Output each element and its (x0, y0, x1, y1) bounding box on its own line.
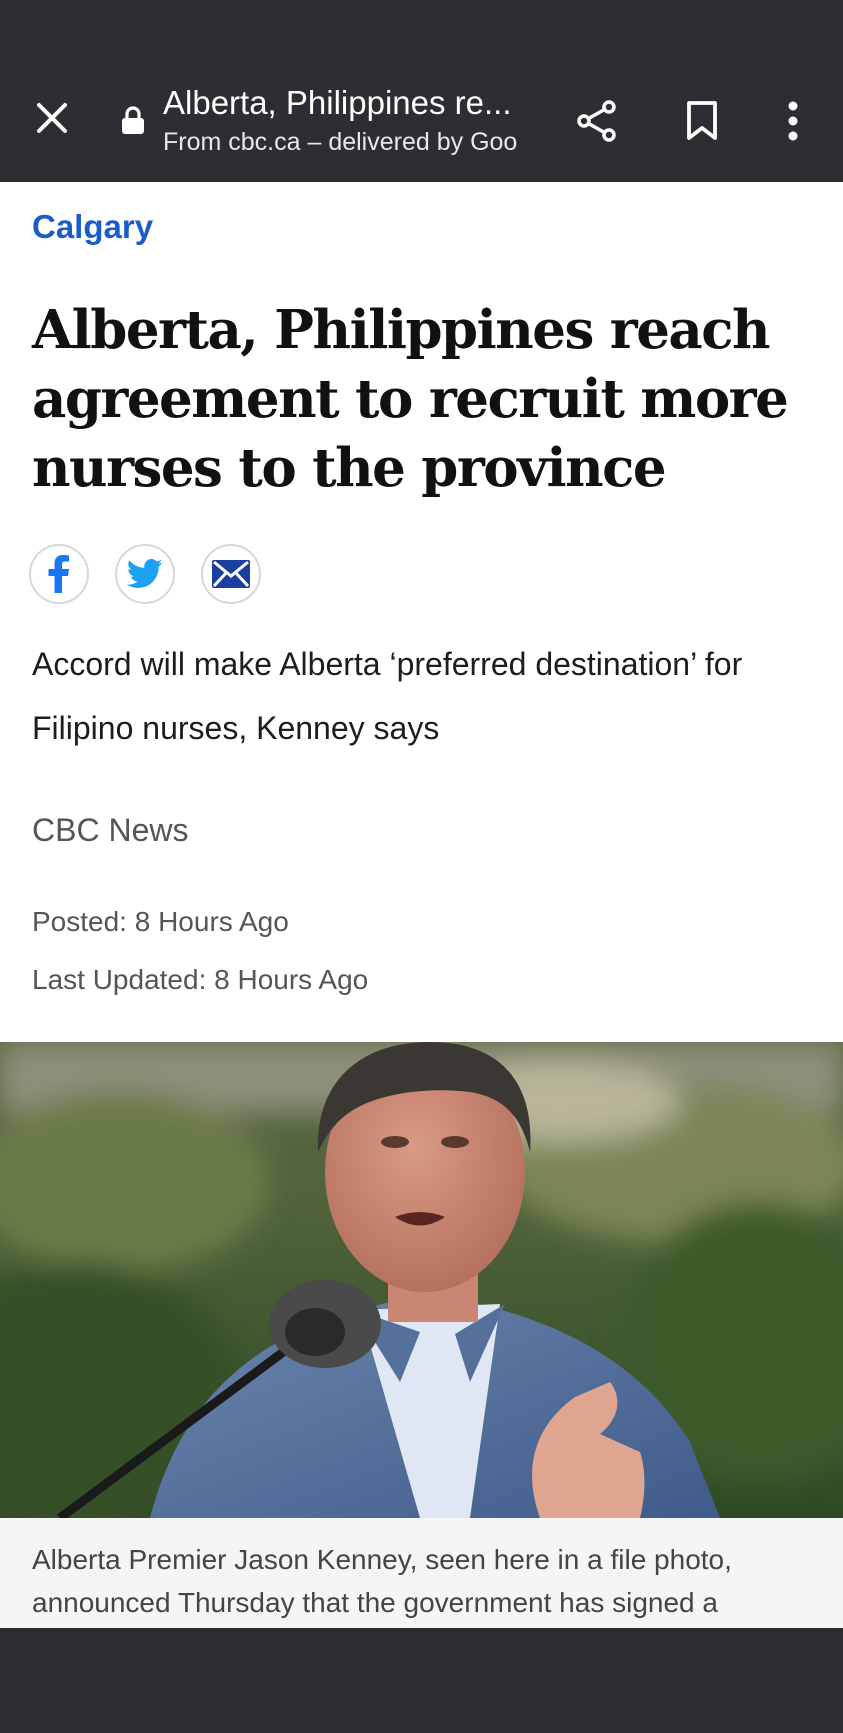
photo-caption: Alberta Premier Jason Kenney, seen here … (32, 1544, 732, 1618)
page-origin[interactable]: From cbc.ca – delivered by Goo (163, 128, 529, 157)
more-vert-icon[interactable] (768, 95, 818, 147)
updated-time: Last Updated: 8 Hours Ago (32, 964, 369, 995)
article-dek: Accord will make Alberta ‘preferred dest… (32, 646, 743, 746)
article-source: CBC News (32, 812, 189, 848)
email-icon[interactable] (201, 544, 261, 604)
close-icon[interactable] (22, 92, 82, 144)
article-photo[interactable] (0, 1042, 843, 1518)
section-link[interactable]: Calgary (32, 208, 153, 246)
bookmark-icon[interactable] (675, 95, 729, 147)
browser-toolbar: Alberta, Philippines re... From cbc.ca –… (0, 0, 843, 182)
share-icon[interactable] (570, 95, 624, 147)
bottom-bar (0, 1628, 843, 1733)
twitter-icon[interactable] (115, 544, 175, 604)
lock-icon (118, 104, 148, 136)
posted-time: Posted: 8 Hours Ago (32, 906, 289, 937)
facebook-icon[interactable] (29, 544, 89, 604)
article-headline: Alberta, Philippines reach agreement to … (32, 299, 789, 499)
page-title[interactable]: Alberta, Philippines re... (163, 84, 533, 122)
photo-caption-area: Alberta Premier Jason Kenney, seen here … (0, 1518, 843, 1628)
